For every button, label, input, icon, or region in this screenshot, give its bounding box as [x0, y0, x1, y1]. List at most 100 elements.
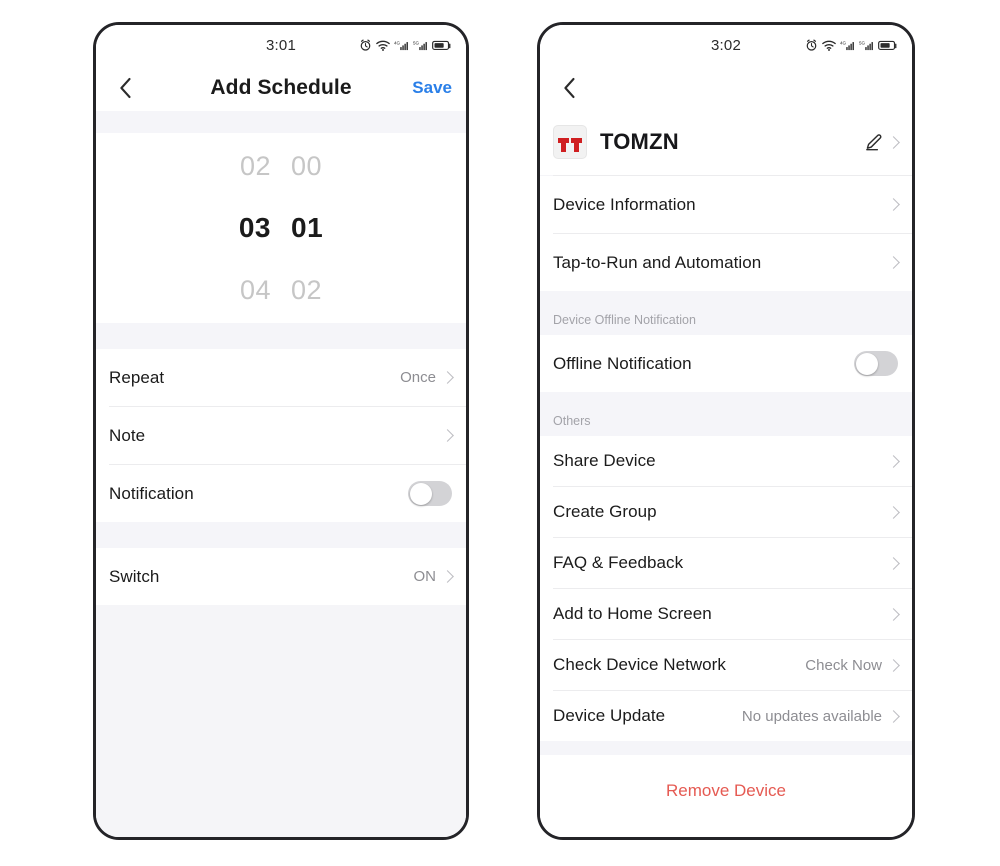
picker-minute-selected: 01	[291, 212, 324, 243]
row-faq-and-feedback[interactable]: FAQ & Feedback	[540, 538, 912, 588]
time-picker[interactable]: 02 00 03 01 04 02	[96, 133, 466, 323]
device-header-row[interactable]: TOMZN	[540, 111, 912, 175]
row-add-to-home-screen-label: Add to Home Screen	[553, 604, 712, 623]
row-notification[interactable]: Notification	[96, 465, 466, 522]
logo-mark-right	[571, 138, 582, 152]
others-group: Share Device Create Group FAQ & Feedback…	[540, 436, 912, 741]
device-edit-area[interactable]	[864, 133, 900, 152]
row-device-update-label: Device Update	[553, 706, 666, 725]
chevron-right-icon	[887, 709, 900, 723]
row-repeat[interactable]: Repeat Once	[96, 349, 466, 406]
chevron-left-icon	[563, 77, 575, 99]
screen-device-settings: 3:02 4G 5G TOMZN Device Information Tap-…	[540, 25, 912, 837]
toggle-knob	[409, 482, 432, 505]
logo-mark-left	[558, 138, 569, 152]
chevron-right-icon	[441, 371, 454, 384]
chevron-right-icon	[887, 505, 900, 519]
status-bar-right: 3:02 4G 5G	[540, 25, 912, 65]
row-repeat-label: Repeat	[109, 367, 165, 387]
row-share-device-label: Share Device	[553, 451, 656, 470]
alarm-icon	[806, 39, 817, 51]
row-check-device-network[interactable]: Check Device Network Check Now	[540, 640, 912, 690]
signal-5g-icon: 5G	[413, 40, 427, 50]
status-bar-left: 3:01 4G 5G	[96, 25, 466, 65]
band-above-remove	[540, 741, 912, 755]
remove-device-button[interactable]: Remove Device	[666, 781, 786, 801]
alarm-icon	[360, 39, 371, 51]
band-below-navbar	[96, 111, 466, 133]
chevron-right-icon	[887, 607, 900, 621]
row-switch-value: ON	[413, 568, 437, 585]
row-create-group[interactable]: Create Group	[540, 487, 912, 537]
picker-row-next[interactable]: 04 02	[96, 259, 466, 321]
row-faq-feedback-label: FAQ & Feedback	[553, 553, 684, 572]
svg-text:4G: 4G	[394, 40, 401, 45]
chevron-right-icon	[887, 454, 900, 468]
nav-bar-right	[540, 65, 912, 111]
row-note[interactable]: Note	[96, 407, 466, 464]
device-top-group: Device Information Tap-to-Run and Automa…	[540, 176, 912, 291]
row-device-update[interactable]: Device Update No updates available	[540, 691, 912, 741]
row-device-information[interactable]: Device Information	[540, 176, 912, 233]
band-below-picker	[96, 323, 466, 349]
chevron-right-icon	[887, 256, 900, 269]
picker-hour-prev: 02	[239, 150, 271, 181]
band-above-offline-section	[540, 291, 912, 305]
edit-pencil-icon[interactable]	[864, 133, 883, 152]
battery-icon	[432, 40, 451, 50]
schedule-settings-list: Repeat Once Note Notification	[96, 349, 466, 522]
back-button[interactable]	[110, 73, 140, 103]
toggle-knob	[855, 352, 878, 375]
remove-device-section: Remove Device	[540, 755, 912, 801]
picker-minute-next: 02	[291, 274, 323, 305]
row-offline-notification-label: Offline Notification	[553, 353, 692, 373]
back-button[interactable]	[554, 73, 584, 103]
picker-minute-prev: 00	[291, 150, 323, 181]
chevron-right-icon	[887, 658, 900, 672]
battery-icon	[878, 40, 897, 50]
row-offline-notification[interactable]: Offline Notification	[540, 335, 912, 392]
chevron-left-icon	[119, 77, 131, 99]
svg-text:5G: 5G	[859, 40, 866, 45]
row-repeat-value: Once	[400, 369, 436, 386]
offline-notification-group: Offline Notification	[540, 335, 912, 392]
nav-bar-left: Add Schedule Save	[96, 65, 466, 111]
switch-list: Switch ON	[96, 548, 466, 605]
device-name: TOMZN	[600, 129, 679, 154]
row-share-device[interactable]: Share Device	[540, 436, 912, 486]
row-note-label: Note	[109, 425, 146, 445]
signal-5g-icon: 5G	[859, 40, 873, 50]
phone-right-device-settings: 3:02 4G 5G TOMZN Device Information Tap-…	[537, 22, 915, 840]
picker-row-previous[interactable]: 02 00	[96, 135, 466, 197]
status-icons: 4G 5G	[805, 39, 898, 52]
signal-4g-icon: 4G	[840, 40, 854, 50]
row-device-update-value: No updates available	[741, 707, 882, 725]
status-icons: 4G 5G	[359, 39, 452, 52]
wifi-icon	[822, 40, 836, 51]
notification-toggle[interactable]	[408, 481, 452, 506]
row-notification-label: Notification	[109, 483, 194, 503]
row-switch[interactable]: Switch ON	[96, 548, 466, 605]
page-background-fill	[96, 605, 466, 837]
page-title: Add Schedule	[210, 76, 352, 99]
chevron-right-icon	[441, 429, 454, 442]
status-time: 3:01	[266, 36, 296, 54]
screen-add-schedule: 3:01 4G 5G Add Schedule Save 02 00 03 01…	[96, 25, 466, 837]
offline-notification-toggle[interactable]	[854, 351, 898, 376]
band-above-others-section	[540, 392, 912, 406]
row-add-to-home-screen[interactable]: Add to Home Screen	[540, 589, 912, 639]
section-header-others: Others	[540, 406, 912, 436]
wifi-icon	[376, 40, 390, 51]
picker-hour-selected: 03	[238, 212, 271, 243]
signal-4g-icon: 4G	[394, 40, 408, 50]
picker-row-selected[interactable]: 03 01	[96, 197, 466, 259]
chevron-right-icon	[441, 570, 454, 583]
chevron-right-icon	[887, 135, 900, 149]
band-above-switch	[96, 522, 466, 548]
svg-text:4G: 4G	[840, 40, 847, 45]
picker-hour-next: 04	[239, 274, 271, 305]
save-button[interactable]: Save	[412, 78, 452, 98]
screenshot-canvas: 3:01 4G 5G Add Schedule Save 02 00 03 01…	[0, 0, 1000, 866]
row-tap-to-run-and-automation[interactable]: Tap-to-Run and Automation	[540, 234, 912, 291]
status-time: 3:02	[711, 36, 741, 54]
